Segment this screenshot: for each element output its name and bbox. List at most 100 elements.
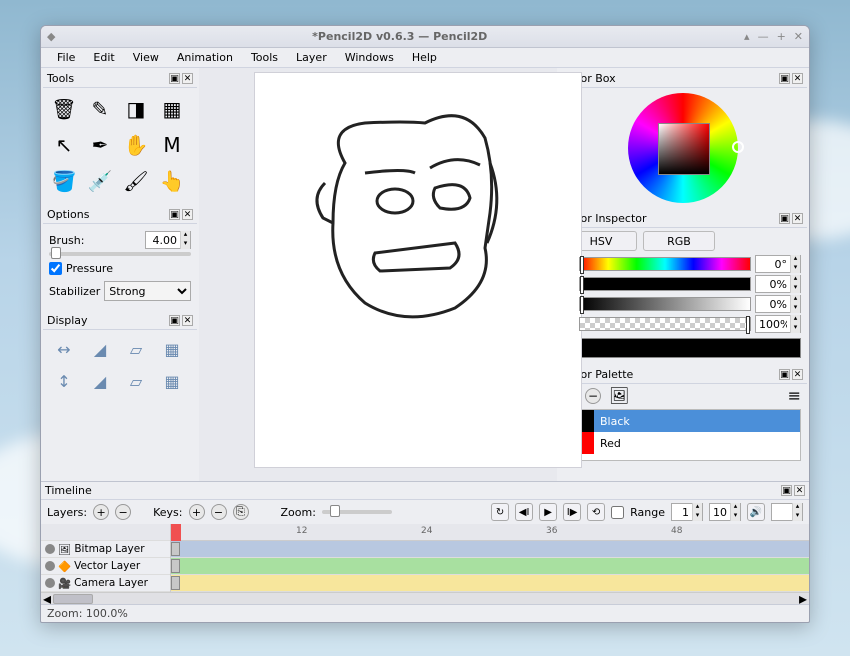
scrollbar-thumb[interactable] (53, 594, 93, 604)
timeline-track[interactable] (171, 541, 809, 558)
timeline-zoom-slider[interactable] (322, 510, 392, 514)
menu-edit[interactable]: Edit (85, 49, 122, 66)
playhead[interactable] (171, 524, 181, 541)
loop-range-button[interactable]: ⟲ (587, 503, 605, 521)
range-from-stepper[interactable]: ▴▾ (671, 503, 703, 521)
add-layer-button[interactable]: + (93, 504, 109, 520)
onion-prev-icon[interactable]: ◢ (83, 334, 117, 364)
keyframe[interactable] (171, 542, 180, 556)
wheel-handle[interactable] (732, 141, 744, 153)
undock-icon[interactable]: ▣ (779, 213, 790, 224)
flip-v-icon[interactable]: ↕ (47, 366, 81, 396)
eyedropper-tool[interactable]: 💉 (83, 164, 117, 198)
undock-icon[interactable]: ▣ (779, 369, 790, 380)
stepper-down-icon[interactable]: ▾ (180, 240, 190, 249)
overlay2-icon[interactable]: ▦ (155, 366, 189, 396)
clear-tool[interactable]: 🗑 (47, 92, 81, 126)
sat-slider[interactable] (579, 277, 751, 291)
val-slider[interactable] (579, 297, 751, 311)
layer-row[interactable]: 🎥Camera Layer (41, 575, 170, 592)
onion-next-icon[interactable]: ◢ (83, 366, 117, 396)
timeline-track[interactable] (171, 575, 809, 592)
marquee-tool[interactable]: ▦ (155, 92, 189, 126)
first-frame-button[interactable]: ◀I (515, 503, 533, 521)
play-button[interactable]: ▶ (539, 503, 557, 521)
undock-icon[interactable]: ▣ (781, 485, 792, 496)
bucket-tool[interactable]: 🪣 (47, 164, 81, 198)
timeline-track[interactable] (171, 558, 809, 575)
close-panel-icon[interactable]: ✕ (792, 369, 803, 380)
remove-key-button[interactable]: − (211, 504, 227, 520)
alpha-stepper[interactable]: ▴▾ (755, 315, 801, 333)
close-panel-icon[interactable]: ✕ (792, 73, 803, 84)
eraser-tool[interactable]: ◨ (119, 92, 153, 126)
visibility-icon[interactable] (45, 544, 55, 554)
hand-tool[interactable]: ✋ (119, 128, 153, 162)
brush-size-slider[interactable] (49, 252, 191, 256)
hue-stepper[interactable]: ▴▾ (755, 255, 801, 273)
undock-icon[interactable]: ▣ (779, 73, 790, 84)
close-panel-icon[interactable]: ✕ (182, 209, 193, 220)
menu-layer[interactable]: Layer (288, 49, 335, 66)
menu-view[interactable]: View (125, 49, 167, 66)
overlay1-icon[interactable]: ▦ (155, 334, 189, 364)
loop-button[interactable]: ↻ (491, 503, 509, 521)
range-checkbox[interactable] (611, 506, 624, 519)
timeline-ruler[interactable]: 12243648 (171, 524, 809, 541)
palette-view-icon[interactable]: 🖼 (609, 386, 629, 405)
maximize-icon[interactable]: + (777, 30, 786, 43)
val-stepper[interactable]: ▴▾ (755, 295, 801, 313)
last-frame-button[interactable]: I▶ (563, 503, 581, 521)
menu-help[interactable]: Help (404, 49, 445, 66)
pin-icon[interactable]: ▴ (744, 30, 750, 43)
layer-row[interactable]: 🔶Vector Layer (41, 558, 170, 575)
app-menu-icon[interactable]: ◆ (47, 30, 55, 43)
grid2-icon[interactable]: ▱ (119, 366, 153, 396)
undock-icon[interactable]: ▣ (169, 73, 180, 84)
layer-row[interactable]: 🖼Bitmap Layer (41, 541, 170, 558)
sat-stepper[interactable]: ▴▾ (755, 275, 801, 293)
close-panel-icon[interactable]: ✕ (794, 485, 805, 496)
hue-slider[interactable] (579, 257, 751, 271)
duplicate-key-button[interactable]: ⎘ (233, 504, 249, 520)
close-panel-icon[interactable]: ✕ (182, 73, 193, 84)
stabilizer-select[interactable]: Strong (104, 281, 191, 301)
sound-button[interactable]: 🔊 (747, 503, 765, 521)
color-wheel[interactable] (628, 93, 738, 203)
undock-icon[interactable]: ▣ (169, 315, 180, 326)
keyframe[interactable] (171, 559, 180, 573)
range-to-stepper[interactable]: ▴▾ (709, 503, 741, 521)
fps-stepper[interactable]: ▴▾ (771, 503, 803, 521)
palette-item[interactable]: Black (566, 410, 800, 432)
remove-palette-color-button[interactable]: − (585, 388, 601, 404)
tab-rgb[interactable]: RGB (643, 231, 715, 251)
add-key-button[interactable]: + (189, 504, 205, 520)
palette-item[interactable]: Red (566, 432, 800, 454)
close-panel-icon[interactable]: ✕ (182, 315, 193, 326)
menu-windows[interactable]: Windows (337, 49, 402, 66)
visibility-icon[interactable] (45, 578, 55, 588)
undock-icon[interactable]: ▣ (169, 209, 180, 220)
drawing-canvas[interactable] (254, 72, 582, 468)
grid1-icon[interactable]: ▱ (119, 334, 153, 364)
close-icon[interactable]: ✕ (794, 30, 803, 43)
alpha-slider[interactable] (579, 317, 751, 331)
brush-tool[interactable]: 🖌 (119, 164, 153, 198)
close-panel-icon[interactable]: ✕ (792, 213, 803, 224)
pencil-tool[interactable]: ✎ (83, 92, 117, 126)
palette-menu-icon[interactable]: ≡ (788, 386, 801, 405)
visibility-icon[interactable] (45, 561, 55, 571)
brush-size-stepper[interactable]: ▴▾ (145, 231, 191, 249)
smudge-tool[interactable]: 👆 (155, 164, 189, 198)
menu-file[interactable]: File (49, 49, 83, 66)
menu-tools[interactable]: Tools (243, 49, 286, 66)
timeline-scrollbar[interactable]: ◂ ▸ (41, 592, 809, 604)
minimize-icon[interactable]: — (758, 30, 769, 43)
brush-size-input[interactable] (146, 234, 180, 247)
move-tool[interactable]: ↖ (47, 128, 81, 162)
pressure-checkbox[interactable] (49, 262, 62, 275)
flip-h-icon[interactable]: ↔ (47, 334, 81, 364)
palette-list[interactable]: BlackRed (565, 409, 801, 461)
keyframe[interactable] (171, 576, 180, 590)
canvas-area[interactable]: ✶ (199, 68, 557, 481)
